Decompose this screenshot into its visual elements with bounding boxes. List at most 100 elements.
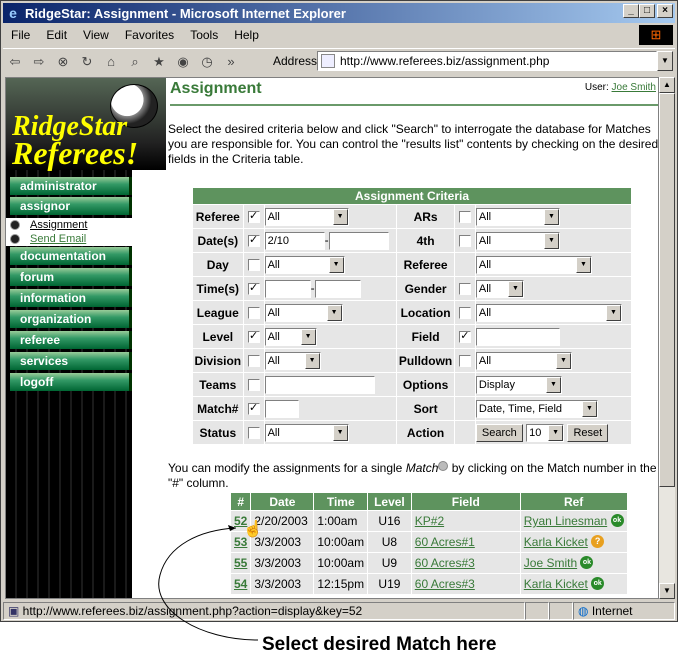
callout-text: Select desired Match here xyxy=(262,634,497,655)
search-icon[interactable]: ⌕ xyxy=(125,53,145,71)
nav-administrator[interactable]: administrator xyxy=(10,177,132,195)
level-select[interactable]: All ▼ xyxy=(264,327,317,346)
nav-information[interactable]: information xyxy=(10,289,132,307)
favorites-icon[interactable]: ★ xyxy=(149,53,169,71)
table-row: 52 2/20/2003 1:00am U16 KP#2 Ryan Linesm… xyxy=(231,511,627,531)
ref-link[interactable]: Ryan Linesman xyxy=(524,514,607,528)
scroll-down-icon[interactable]: ▼ xyxy=(659,583,675,599)
referee-select[interactable]: All ▼ xyxy=(264,207,349,226)
crit-label: Division xyxy=(193,349,243,372)
reset-button[interactable]: Reset xyxy=(567,423,609,442)
crit-label: Pulldown xyxy=(397,349,454,372)
nav-referee[interactable]: referee xyxy=(10,331,132,349)
field-link[interactable]: 60 Acres#1 xyxy=(415,535,475,549)
stop-icon[interactable]: ⊗ xyxy=(53,53,73,71)
minimize-button[interactable]: _ xyxy=(623,4,639,18)
address-dropdown-icon[interactable]: ▼ xyxy=(657,51,673,71)
ars-select[interactable]: All ▼ xyxy=(475,207,560,226)
league-checkbox[interactable] xyxy=(247,307,260,320)
menu-edit[interactable]: Edit xyxy=(38,28,75,42)
teams-input[interactable] xyxy=(264,375,375,394)
dates-checkbox[interactable]: ✓ xyxy=(247,235,260,248)
home-icon[interactable]: ⌂ xyxy=(101,53,121,71)
info-icon[interactable] xyxy=(438,461,449,471)
match-level: U8 xyxy=(368,532,411,552)
field-link[interactable]: KP#2 xyxy=(415,514,444,528)
match-checkbox[interactable]: ✓ xyxy=(247,403,260,416)
sort-select[interactable]: Date, Time, Field ▼ xyxy=(475,399,598,418)
ref-link[interactable]: Joe Smith xyxy=(524,556,577,570)
media-icon[interactable]: ◉ xyxy=(173,53,193,71)
referee2-select[interactable]: All ▼ xyxy=(475,255,592,274)
fourth-select[interactable]: All ▼ xyxy=(475,231,560,250)
nav-sub-send-email[interactable]: Send Email xyxy=(6,232,132,246)
location-select[interactable]: All ▼ xyxy=(475,303,622,322)
scroll-up-icon[interactable]: ▲ xyxy=(659,77,675,93)
match-link[interactable]: 55 xyxy=(234,556,247,570)
crit-label: Status xyxy=(193,421,243,444)
location-checkbox[interactable] xyxy=(458,307,471,320)
level-checkbox[interactable]: ✓ xyxy=(247,331,260,344)
nav-logoff[interactable]: logoff xyxy=(10,373,132,391)
status-pane xyxy=(549,602,573,620)
date-to-input[interactable] xyxy=(328,231,389,250)
pulldown-select[interactable]: All ▼ xyxy=(475,351,572,370)
history-icon[interactable]: ◷ xyxy=(197,53,217,71)
menu-help[interactable]: Help xyxy=(226,28,267,42)
ref-link[interactable]: Karla Kicket xyxy=(524,535,588,549)
gender-checkbox[interactable] xyxy=(458,283,471,296)
back-icon[interactable]: ⇦ xyxy=(5,53,25,71)
refresh-icon[interactable]: ↻ xyxy=(77,53,97,71)
close-button[interactable]: × xyxy=(657,4,673,18)
status-checkbox[interactable] xyxy=(247,427,260,440)
forward-icon[interactable]: ⇨ xyxy=(29,53,49,71)
date-from-input[interactable]: 2/10 xyxy=(264,231,325,250)
soccer-ball-icon xyxy=(10,234,20,244)
search-button[interactable]: Search xyxy=(475,423,523,442)
count-select[interactable]: 10 ▼ xyxy=(526,423,565,442)
league-select[interactable]: All ▼ xyxy=(264,303,343,322)
division-checkbox[interactable] xyxy=(247,355,260,368)
day-select[interactable]: All ▼ xyxy=(264,255,345,274)
ars-checkbox[interactable] xyxy=(458,211,471,224)
user-link[interactable]: Joe Smith xyxy=(612,82,656,93)
fourth-checkbox[interactable] xyxy=(458,235,471,248)
gender-select[interactable]: All ▼ xyxy=(475,279,524,298)
time-from-input[interactable] xyxy=(264,279,311,298)
field-checkbox[interactable]: ✓ xyxy=(458,331,471,344)
scroll-thumb[interactable] xyxy=(659,93,675,487)
nav-forum[interactable]: forum xyxy=(10,268,132,286)
maximize-button[interactable]: □ xyxy=(639,4,655,18)
menu-file[interactable]: File xyxy=(3,28,38,42)
vertical-scrollbar[interactable]: ▲ ▼ xyxy=(659,77,675,599)
nav-services[interactable]: services xyxy=(10,352,132,370)
ref-link[interactable]: Karla Kicket xyxy=(524,577,588,591)
field-input[interactable] xyxy=(475,327,560,346)
col-ref: Ref xyxy=(520,493,627,510)
menu-tools[interactable]: Tools xyxy=(182,28,226,42)
teams-checkbox[interactable] xyxy=(247,379,260,392)
match-link[interactable]: 54 xyxy=(234,577,247,591)
address-input[interactable]: http://www.referees.biz/assignment.php xyxy=(317,51,657,71)
match-input[interactable] xyxy=(264,399,299,418)
menu-favorites[interactable]: Favorites xyxy=(117,28,182,42)
time-to-input[interactable] xyxy=(314,279,361,298)
options-select[interactable]: Display ▼ xyxy=(475,375,562,394)
field-link[interactable]: 60 Acres#3 xyxy=(415,577,475,591)
day-checkbox[interactable] xyxy=(247,259,260,272)
nav-organization[interactable]: organization xyxy=(10,310,132,328)
more-icon[interactable]: » xyxy=(221,53,241,71)
referee-checkbox[interactable]: ✓ xyxy=(247,211,260,224)
division-select[interactable]: All ▼ xyxy=(264,351,321,370)
nav-documentation[interactable]: documentation xyxy=(10,247,132,265)
field-link[interactable]: 60 Acres#3 xyxy=(415,556,475,570)
nav-assignor[interactable]: assignor xyxy=(10,197,132,215)
times-checkbox[interactable]: ✓ xyxy=(247,283,260,296)
pulldown-checkbox[interactable] xyxy=(458,355,471,368)
crit-label: 4th xyxy=(397,229,454,252)
question-status-icon: ? xyxy=(591,535,605,548)
status-select[interactable]: All ▼ xyxy=(264,423,349,442)
title-bar: e RidgeStar: Assignment - Microsoft Inte… xyxy=(3,3,675,23)
nav-sub-assignment[interactable]: Assignment xyxy=(6,218,132,232)
menu-view[interactable]: View xyxy=(75,28,117,42)
